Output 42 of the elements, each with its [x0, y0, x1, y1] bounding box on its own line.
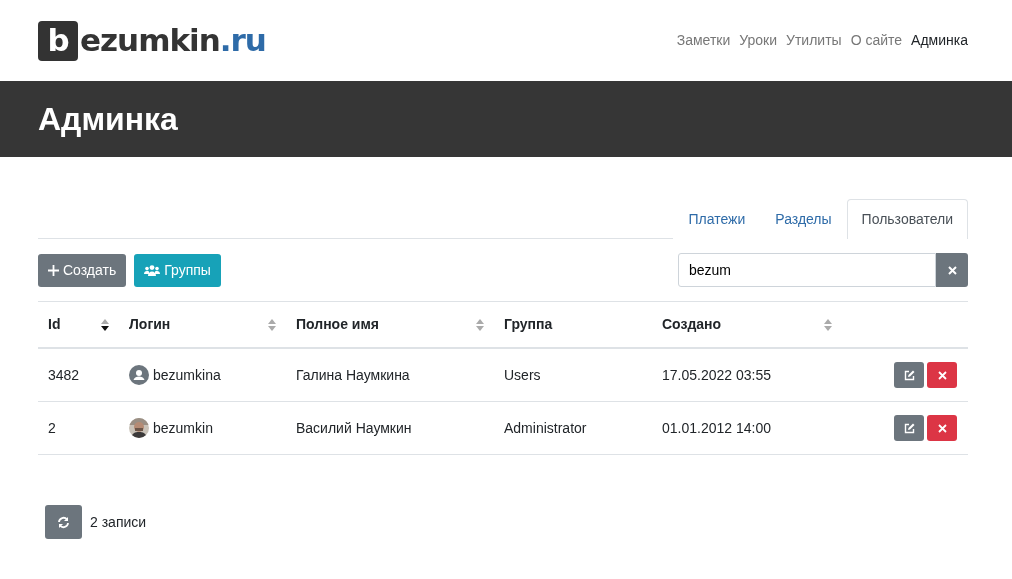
refresh-icon: [57, 515, 70, 529]
table-cell-text: bezumkina: [153, 365, 221, 385]
table-cell: 2: [38, 401, 119, 455]
edit-button[interactable]: [894, 362, 924, 388]
table-cell: Users: [494, 348, 652, 402]
column-header: Группа: [504, 315, 553, 334]
search-field[interactable]: bezum: [678, 253, 936, 287]
column-header: Полное имя: [296, 315, 379, 334]
edit-icon: [903, 422, 915, 434]
edit-icon: [903, 369, 915, 381]
table-cell: Галина Наумкина: [286, 348, 494, 402]
refresh-button[interactable]: [45, 505, 82, 539]
users-icon: [144, 264, 161, 276]
groups-button[interactable]: Группы: [134, 253, 221, 287]
nav-link[interactable]: Утилиты: [786, 30, 842, 51]
table-cell: 3482: [38, 348, 119, 402]
table-cell: 01.01.2012 14:00: [652, 401, 842, 455]
column-header: Id: [48, 315, 61, 334]
nav-link[interactable]: Уроки: [739, 30, 778, 51]
page-title: Админка: [38, 99, 178, 139]
nav-link[interactable]: Заметки: [676, 30, 731, 51]
clear-button[interactable]: [936, 253, 968, 287]
nav-link[interactable]: О сайте: [850, 30, 903, 51]
tab[interactable]: Пользователи: [846, 199, 968, 239]
close-icon: [937, 423, 947, 433]
delete-button[interactable]: [927, 362, 957, 388]
plus-icon: [48, 264, 59, 276]
create-button[interactable]: Создать: [38, 253, 127, 287]
sort-icon[interactable]: [101, 318, 109, 331]
column-header: Логин: [129, 315, 171, 334]
table-cell: Administrator: [494, 401, 652, 455]
close-icon: [947, 265, 957, 275]
nav-link[interactable]: Админка: [911, 30, 968, 51]
table-cell: Василий Наумкин: [286, 401, 494, 455]
record-count: 2 записи: [90, 512, 147, 532]
edit-button[interactable]: [894, 415, 924, 441]
table-cell-text: bezumkin: [153, 418, 213, 438]
logo[interactable]: b ezumkin.ru: [38, 17, 266, 64]
delete-button[interactable]: [927, 415, 957, 441]
column-header: Создано: [662, 315, 722, 334]
close-icon: [937, 370, 947, 380]
table-cell: 17.05.2022 03:55: [652, 348, 842, 402]
